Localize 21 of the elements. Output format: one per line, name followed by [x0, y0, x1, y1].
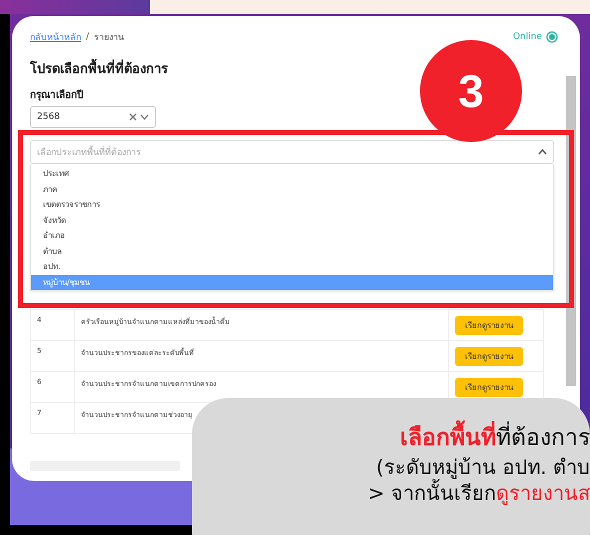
- year-label: กรุณาเลือกปี: [30, 88, 84, 102]
- callout-text: (ระดับหมู่บ้าน อปท. ตำบ: [376, 454, 590, 479]
- breadcrumb-current: รายงาน: [94, 32, 124, 44]
- dropdown-option[interactable]: ตำบล: [31, 244, 553, 259]
- view-report-button[interactable]: เรียกดูรายงาน: [455, 347, 523, 366]
- chevron-down-icon[interactable]: [140, 114, 149, 120]
- view-report-button[interactable]: เรียกดูรายงาน: [455, 316, 523, 335]
- dropdown-option[interactable]: เขตตรวจราชการ: [31, 197, 553, 212]
- dropdown-option[interactable]: อปท.: [31, 259, 553, 274]
- home-link[interactable]: กลับหน้าหลัก: [30, 30, 81, 44]
- breadcrumb-separator: /: [86, 32, 90, 42]
- dropdown-option[interactable]: ประเทศ: [31, 166, 553, 182]
- dropdown-option[interactable]: จังหวัด: [31, 212, 553, 228]
- year-select[interactable]: 2568: [30, 106, 156, 128]
- callout-text: > จากนั้นเรียกดูรายงานส: [368, 480, 590, 506]
- clear-icon[interactable]: [129, 113, 137, 121]
- dropdown-option[interactable]: ภาค: [31, 182, 553, 197]
- status-label: Online: [512, 32, 542, 42]
- view-report-button[interactable]: เรียกดูรายงาน: [455, 378, 523, 397]
- dropdown-option[interactable]: อำเภอ: [31, 228, 553, 244]
- chevron-up-icon[interactable]: [538, 149, 547, 155]
